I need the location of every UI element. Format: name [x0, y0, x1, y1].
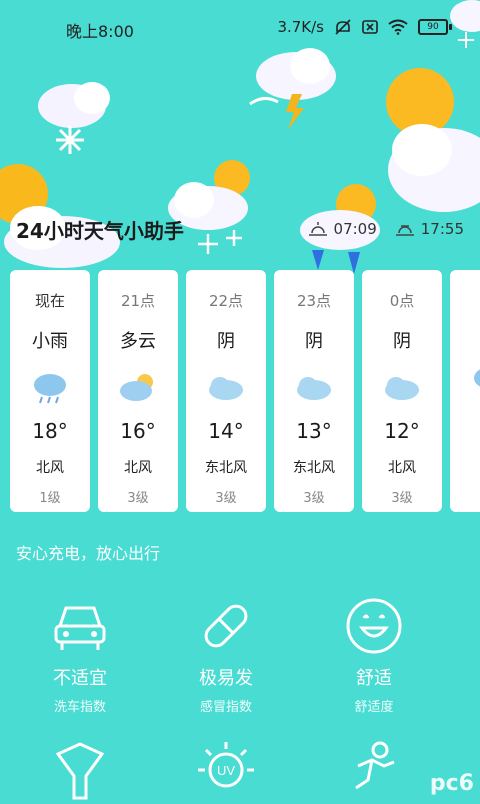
index-label: 洗车指数	[53, 700, 106, 715]
sunrise: 07:09	[308, 220, 377, 238]
sunset-icon	[395, 225, 414, 236]
hour-temp: 12°	[384, 419, 420, 443]
index-cold[interactable]: 极易发 感冒指数	[156, 596, 296, 715]
wifi-icon	[388, 19, 408, 35]
tagline: 安心充电，放心出行	[16, 544, 161, 563]
hour-wind: 北风	[36, 460, 64, 476]
sim-off-icon	[362, 20, 378, 34]
hour-card[interactable]: 22点 阴 14° 东北风 3级	[186, 270, 266, 512]
status-icons: 3.7K/s 90	[277, 18, 452, 36]
hour-wind-level: 3级	[303, 491, 325, 506]
app-title: 24小时天气小助手	[16, 219, 184, 243]
hour-time: 23点	[296, 292, 332, 310]
overcast-icon	[385, 377, 419, 400]
hour-temp: 14°	[208, 419, 244, 443]
hour-temp: 18°	[32, 419, 68, 443]
index-car-wash[interactable]: 不适宜 洗车指数	[10, 596, 150, 715]
overcast-icon	[297, 377, 331, 400]
hour-condition: 小雨	[32, 331, 68, 352]
status-time: 晚上8:00	[66, 22, 134, 41]
hour-wind: 东北风	[205, 460, 247, 476]
hour-wind-level: 3级	[391, 491, 413, 506]
hour-wind: 北风	[124, 460, 152, 476]
hour-wind-level: 1级	[39, 491, 61, 506]
mute-icon	[335, 19, 351, 35]
light-rain-icon	[474, 369, 480, 387]
sunset-time: 17:55	[420, 220, 464, 238]
uv-icon: UV	[198, 742, 254, 788]
hour-time: 22点	[208, 292, 244, 310]
overcast-icon	[209, 377, 243, 400]
running-icon	[355, 741, 395, 790]
index-uv[interactable]: UV	[156, 740, 296, 804]
index-label: 舒适度	[354, 700, 394, 715]
hour-temp: 13°	[296, 419, 332, 443]
hour-time: 21点	[120, 292, 156, 310]
hour-wind: 北风	[388, 460, 416, 476]
hour-temp: 16°	[120, 419, 156, 443]
index-sport[interactable]	[304, 740, 444, 804]
pill-icon	[204, 604, 248, 648]
smiley-icon	[346, 598, 402, 654]
hour-card[interactable]: 21点 多云 16° 北风 3级	[98, 270, 178, 512]
sunset: 17:55	[395, 220, 464, 238]
hour-wind-level: 3级	[215, 491, 237, 506]
scarf-icon	[55, 742, 105, 800]
hour-wind-level: 3级	[127, 491, 149, 506]
sunrise-time: 07:09	[333, 220, 377, 238]
partly-cloudy-icon	[120, 374, 153, 401]
hour-condition: 阴	[217, 331, 235, 352]
svg-text:UV: UV	[217, 763, 235, 778]
snow-cloud-decoration	[38, 82, 110, 154]
hour-card[interactable]: 0点 阴 12° 北风 3级	[362, 270, 442, 512]
watermark: pc6	[429, 771, 474, 796]
hour-card-partial[interactable]	[450, 270, 480, 512]
car-icon	[54, 606, 106, 650]
battery-level: 90	[418, 19, 448, 35]
status-bar: 晚上8:00 3.7K/s 90	[0, 0, 480, 56]
index-label: 感冒指数	[199, 700, 252, 715]
hour-wind: 东北风	[293, 460, 335, 476]
hour-time: 现在	[34, 292, 65, 310]
sun-cloud-right-decoration	[386, 68, 480, 212]
sun-times: 07:09 17:55	[308, 220, 464, 238]
network-speed: 3.7K/s	[277, 18, 324, 36]
hour-card[interactable]: 现在 小雨 18° 北风 1级	[10, 270, 90, 512]
index-value: 舒适	[356, 668, 392, 689]
hour-condition: 阴	[393, 331, 411, 352]
cloud-top-right-decoration	[450, 0, 480, 48]
storm-cloud-decoration	[249, 48, 336, 130]
hour-time: 0点	[389, 292, 415, 310]
sunrise-icon	[308, 222, 327, 236]
hour-card[interactable]: 23点 阴 13° 东北风 3级	[274, 270, 354, 512]
hour-condition: 多云	[120, 331, 156, 352]
index-comfort[interactable]: 舒适 舒适度	[304, 596, 444, 715]
index-clothing[interactable]	[10, 740, 150, 804]
sun-cloud-left-decoration	[0, 164, 120, 268]
index-value: 不适宜	[53, 668, 107, 689]
hourly-forecast[interactable]: 现在 小雨 18° 北风 1级 21点 多云 16° 北风 3级 22点 阴 1…	[10, 270, 480, 512]
index-value: 极易发	[199, 668, 253, 689]
light-rain-icon	[34, 374, 66, 404]
hour-condition: 阴	[305, 331, 323, 352]
